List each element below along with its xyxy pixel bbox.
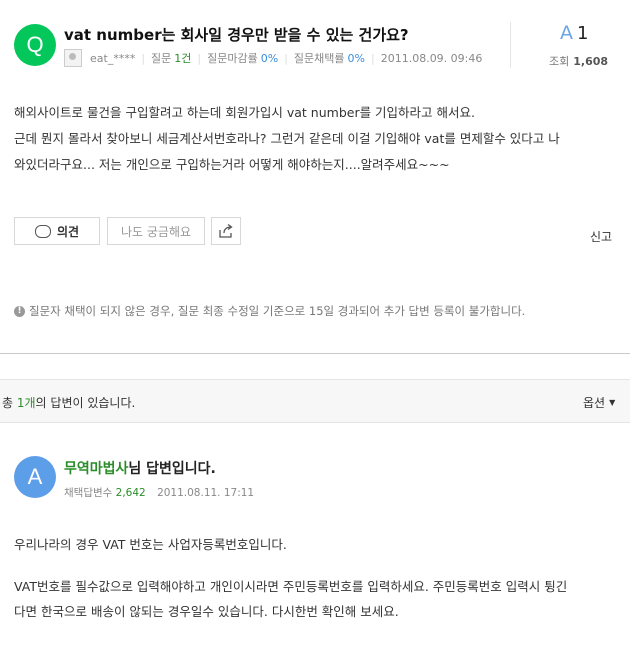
question-title: vat number는 회사일 경우만 받을 수 있는 건가요? (64, 26, 409, 44)
answer-meta: 채택답변수 2,642 2011.08.11. 17:11 (64, 485, 254, 500)
options-dropdown[interactable]: 옵션 ▼ (583, 394, 615, 411)
caret-down-icon: ▼ (609, 398, 616, 407)
separator: | (284, 51, 288, 65)
question-meta: eat_**** | 질문 1건 | 질문마감률 0% | 질문채택률 0% |… (64, 49, 482, 67)
share-button[interactable] (211, 217, 241, 245)
question-count: 1건 (174, 52, 192, 65)
question-body-line: 와있더라구요... 저는 개인으로 구입하는거라 어떻게 해야하는지....알려… (14, 157, 450, 172)
deadline-rate-label: 질문마감률 (207, 52, 258, 65)
answers-header: 총 1개의 답변이 있습니다. 옵션 ▼ (0, 379, 630, 423)
me-too-curious-button[interactable]: 나도 궁금해요 (107, 217, 205, 245)
answer-body-line: 우리나라의 경우 VAT 번호는 사업자등록번호입니다. (14, 537, 287, 552)
share-icon (219, 223, 233, 238)
answer-letter-icon: A (560, 22, 573, 44)
opinion-button[interactable]: 의견 (14, 217, 100, 245)
question-body-line: 해외사이트로 물건을 구입할려고 하는데 회원가입시 vat number를 기… (14, 105, 476, 120)
answers-count: 1개 (16, 396, 36, 410)
answer-deadline-notice: ! 질문자 채택이 되지 않은 경우, 질문 최종 수정일 기준으로 15일 경… (14, 303, 525, 319)
question-body-line: 근데 뭔지 몰라서 찾아보니 세금계산서번호라나? 그런거 같은데 이걸 기입해… (14, 131, 560, 146)
adopted-count: 2,642 (115, 487, 146, 499)
adopt-rate-label: 질문채택률 (293, 52, 345, 65)
question-count-label: 질문 (151, 52, 172, 65)
adopt-rate: 0% (347, 51, 365, 65)
options-label: 옵션 (583, 396, 606, 410)
answer-body-line: VAT번호를 필수값으로 입력해야하고 개인이시라면 주민등록번호를 입력하세요… (14, 579, 568, 594)
answer-date: 2011.08.11. 17:11 (157, 487, 255, 499)
adopted-count-label: 채택답변수 (64, 487, 113, 499)
answer-body: 우리나라의 경우 VAT 번호는 사업자등록번호입니다. VAT번호를 필수값으… (14, 532, 624, 624)
answers-prefix: 총 (2, 396, 17, 410)
separator: | (141, 51, 146, 65)
views-value: 1,608 (573, 55, 609, 68)
section-divider (0, 353, 630, 354)
answer-title: 무역마법사님 답변입니다. (64, 458, 216, 478)
answers-count-text: 총 1개의 답변이 있습니다. (2, 394, 135, 411)
view-count: 조회 1,608 (549, 53, 608, 69)
answer-avatar: A (14, 456, 56, 498)
question-author[interactable]: eat_**** (90, 52, 135, 65)
header-divider (510, 22, 511, 68)
answer-count-badge: A1 (560, 22, 588, 44)
opinion-label: 의견 (56, 224, 80, 239)
separator: | (370, 51, 375, 65)
question-avatar: Q (14, 24, 56, 66)
question-body: 해외사이트로 물건을 구입할려고 하는데 회원가입시 vat number를 기… (14, 100, 619, 178)
user-icon[interactable] (64, 49, 82, 67)
report-link[interactable]: 신고 (590, 228, 612, 245)
answers-suffix: 의 답변이 있습니다. (35, 396, 136, 410)
me-too-curious-label: 나도 궁금해요 (120, 224, 192, 239)
answer-title-suffix: 님 답변입니다. (128, 461, 216, 477)
answer-count: 1 (577, 23, 589, 44)
deadline-rate: 0% (260, 51, 279, 65)
speech-bubble-icon (34, 224, 51, 238)
notice-text: 질문자 채택이 되지 않은 경우, 질문 최종 수정일 기준으로 15일 경과되… (29, 304, 526, 318)
views-label: 조회 (549, 55, 570, 68)
question-date: 2011.08.09. 09:46 (380, 51, 483, 65)
answer-body-line: 다면 한국으로 배송이 않되는 경우일수 있습니다. 다시한번 확인해 보세요. (14, 604, 399, 619)
info-icon: ! (14, 305, 25, 317)
answer-author[interactable]: 무역마법사 (64, 461, 128, 477)
separator: | (197, 51, 202, 65)
